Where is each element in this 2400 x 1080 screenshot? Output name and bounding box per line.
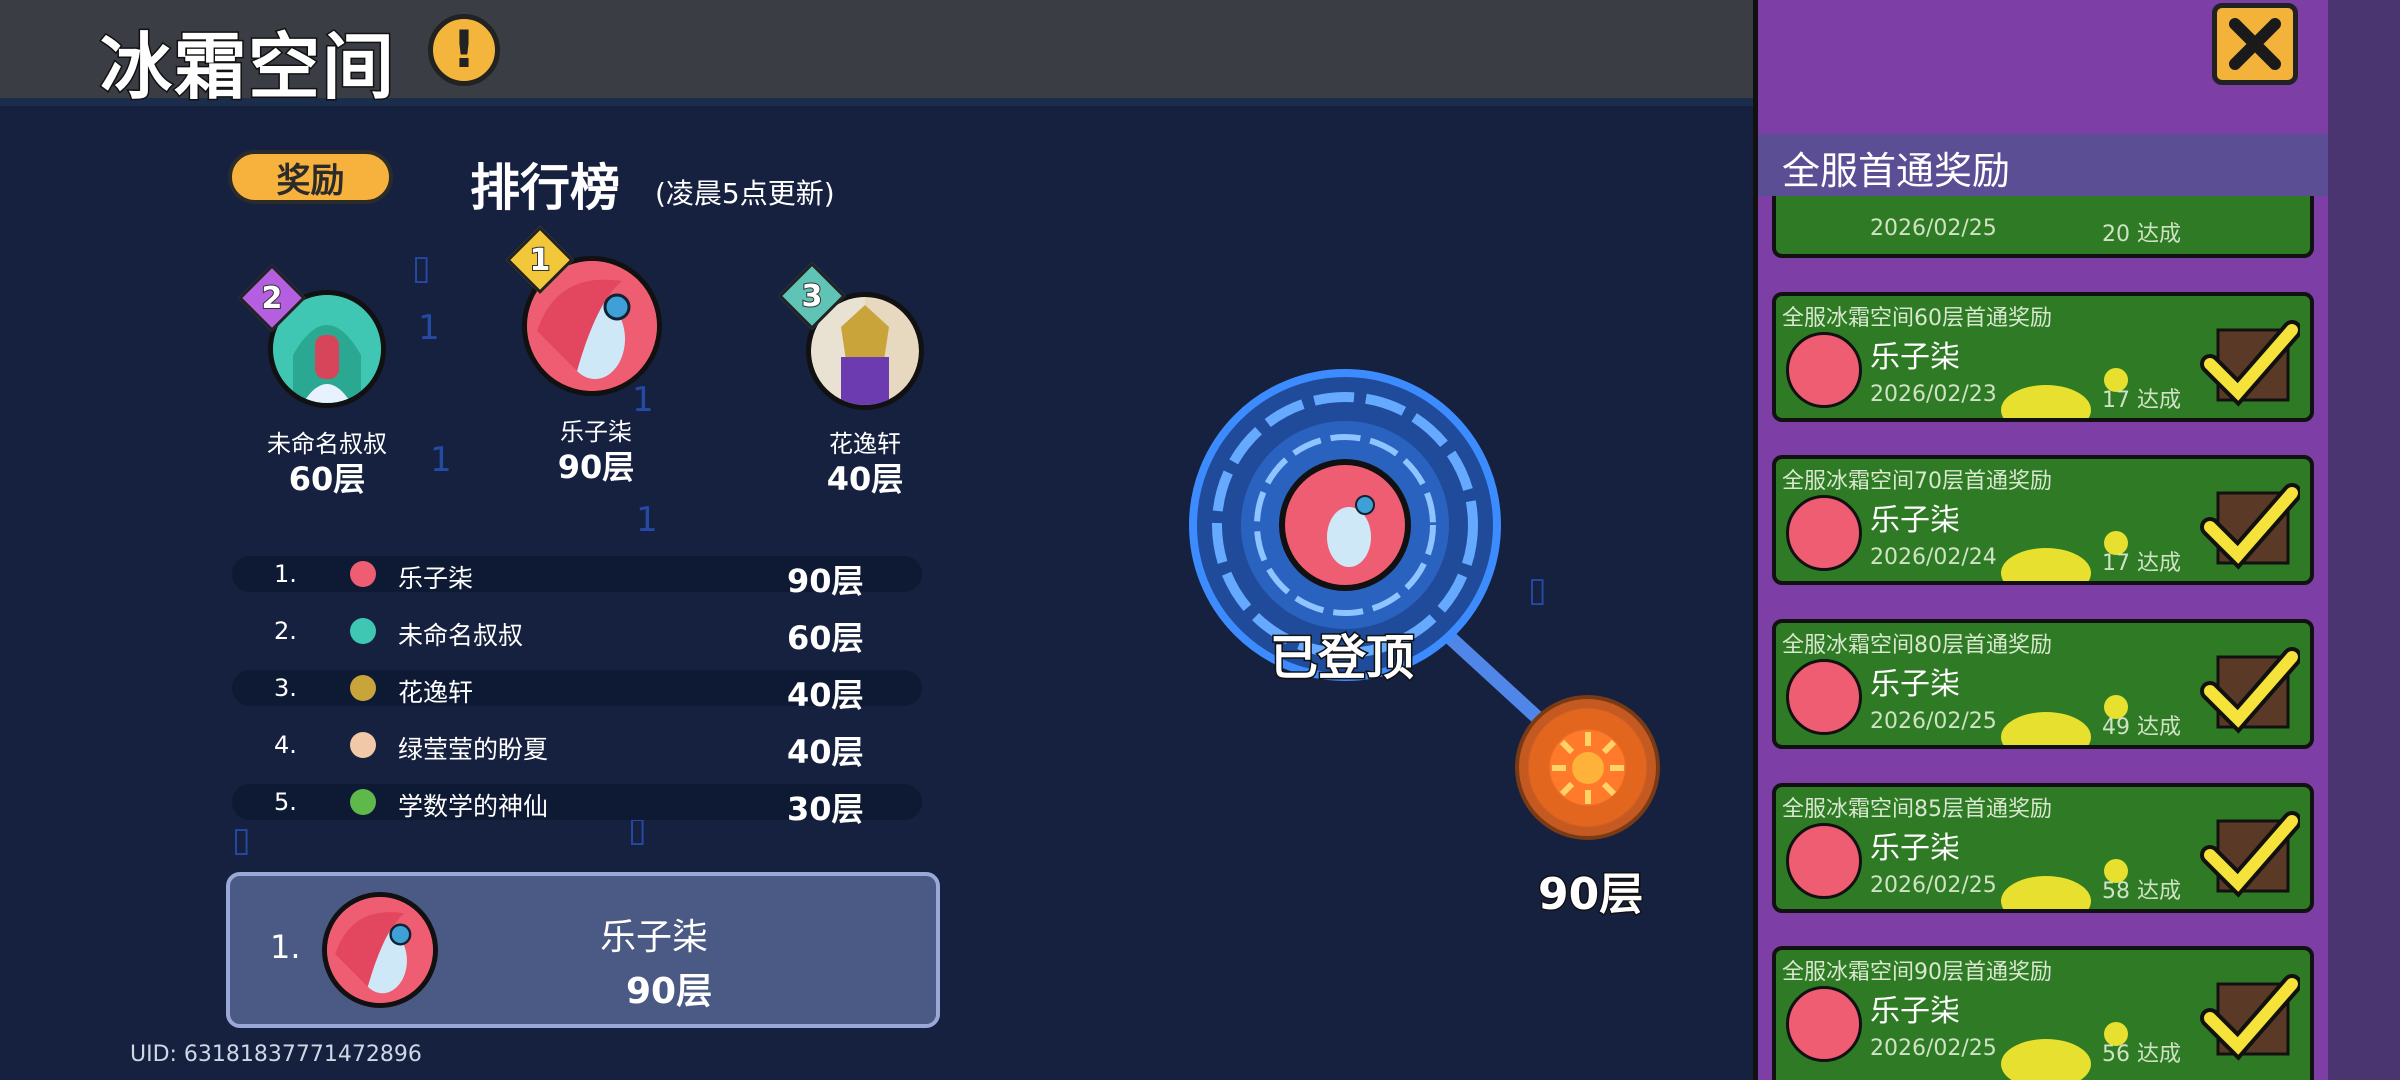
my-name: 乐子柒 bbox=[600, 917, 709, 958]
podium-score-1: 90层 bbox=[557, 448, 635, 486]
player-avatar-icon bbox=[1786, 332, 1862, 408]
reward-title: 全服冰霜空间90层首通奖励 bbox=[1782, 960, 2052, 985]
reward-date: 2026/02/25 bbox=[1870, 873, 1997, 898]
rank-row[interactable]: 3. 花逸轩 40层 bbox=[232, 670, 922, 714]
uid-label: UID: 631818377714​72896 bbox=[130, 1042, 422, 1067]
reward-card[interactable]: 全服冰霜空间90层首通奖励 乐子柒 2026/02/25 56 达成 bbox=[1772, 946, 2314, 1080]
reward-card-partial[interactable]: 2026/02/25 20 达成 bbox=[1772, 196, 2314, 258]
rank-row[interactable]: 4. 绿莹莹的盼夏 40层 bbox=[232, 727, 922, 771]
glyph-decoration: 1 bbox=[418, 308, 440, 348]
player-score: 40层 bbox=[787, 676, 864, 714]
reward-date: 2026/02/23 bbox=[1870, 382, 1997, 407]
reward-date: 2026/02/25 bbox=[1870, 1036, 1997, 1061]
summit-label: 已登顶 bbox=[1268, 629, 1415, 688]
reward-suffix: 56 达成 bbox=[2102, 1042, 2181, 1067]
info-button[interactable]: ! bbox=[428, 14, 500, 86]
reward-date: 2026/02/25 bbox=[1870, 709, 1997, 734]
reward-suffix: 49 达成 bbox=[2102, 715, 2181, 740]
reward-title: 全服冰霜空间70层首通奖励 bbox=[1782, 469, 2052, 494]
player-score: 30层 bbox=[787, 790, 864, 828]
glyph-decoration: 1 bbox=[636, 500, 658, 540]
close-button[interactable] bbox=[2212, 3, 2298, 85]
exclamation-icon: ! bbox=[452, 20, 476, 80]
node-floor-label: 90层 bbox=[1536, 868, 1644, 922]
player-score: 60层 bbox=[787, 619, 864, 657]
reward-suffix: 17 达成 bbox=[2102, 388, 2181, 413]
sun-icon bbox=[1551, 731, 1624, 804]
rank-number: 5. bbox=[274, 788, 297, 816]
panel-edge bbox=[2328, 0, 2400, 1080]
my-avatar bbox=[322, 892, 438, 1008]
reward-suffix: 58 达成 bbox=[2102, 879, 2181, 904]
player-avatar-icon bbox=[1786, 659, 1862, 735]
player-avatar-icon bbox=[350, 675, 376, 701]
reward-card[interactable]: 全服冰霜空间80层首通奖励 乐子柒 2026/02/25 49 达成 bbox=[1772, 619, 2314, 749]
leaderboard-subtitle: (凌晨5点更新) bbox=[655, 177, 835, 210]
leaderboard-title: 排行榜 bbox=[470, 159, 620, 217]
player-avatar-icon bbox=[1786, 495, 1862, 571]
podium-score-3: 40层 bbox=[826, 460, 904, 498]
rank-number: 3. bbox=[274, 674, 297, 702]
reward-suffix: 20 达成 bbox=[2102, 222, 2181, 247]
player-avatar-icon bbox=[350, 618, 376, 644]
player-avatar-icon bbox=[1786, 823, 1862, 899]
player-avatar-icon bbox=[1786, 986, 1862, 1062]
player-avatar-icon bbox=[350, 789, 376, 815]
player-name: 花逸轩 bbox=[398, 678, 474, 707]
glyph-decoration: ▯ bbox=[412, 248, 431, 288]
rank-row[interactable]: 5. 学数学的神仙 30层 bbox=[232, 784, 922, 828]
player-name: 乐子柒 bbox=[398, 564, 474, 593]
reward-card[interactable]: 全服冰霜空间85层首通奖励 乐子柒 2026/02/25 58 达成 bbox=[1772, 783, 2314, 913]
reward-button[interactable]: 奖励 bbox=[228, 150, 393, 204]
player-name: 未命名叔叔 bbox=[398, 621, 524, 650]
check-icon bbox=[2200, 483, 2300, 570]
rank-number: 1. bbox=[274, 560, 297, 588]
reward-suffix: 17 达成 bbox=[2102, 551, 2181, 576]
my-rank-number: 1. bbox=[270, 928, 301, 966]
player-score: 40层 bbox=[787, 733, 864, 771]
glyph-decoration: ▯ bbox=[232, 820, 251, 860]
reward-date: 2026/02/25 bbox=[1870, 216, 1997, 241]
player-name: 绿莹莹的盼夏 bbox=[398, 735, 549, 764]
rank-number: 4. bbox=[274, 731, 297, 759]
reward-card[interactable]: 全服冰霜空间70层首通奖励 乐子柒 2026/02/24 17 达成 bbox=[1772, 455, 2314, 585]
page-title: 冰霜空间 bbox=[98, 24, 397, 111]
close-icon bbox=[2229, 18, 2281, 70]
check-icon bbox=[2200, 320, 2300, 407]
reward-card[interactable]: 全服冰霜空间60层首通奖励 乐子柒 2026/02/23 17 达成 bbox=[1772, 292, 2314, 422]
my-score: 90层 bbox=[626, 971, 713, 1012]
player-name: 学数学的神仙 bbox=[398, 792, 549, 821]
panel-title: 全服首通奖励 bbox=[1782, 149, 2011, 193]
player-score: 90层 bbox=[787, 562, 864, 600]
floor-node[interactable] bbox=[1515, 695, 1660, 840]
reward-date: 2026/02/24 bbox=[1870, 545, 1997, 570]
check-icon bbox=[2200, 647, 2300, 734]
check-icon bbox=[2200, 974, 2300, 1061]
my-rank-card[interactable]: 1. 乐子柒 90层 bbox=[226, 872, 940, 1028]
podium-score-2: 60层 bbox=[288, 460, 366, 498]
player-avatar-icon bbox=[350, 732, 376, 758]
rank-row[interactable]: 1. 乐子柒 90层 bbox=[232, 556, 922, 600]
reward-title: 全服冰霜空间60层首通奖励 bbox=[1782, 306, 2052, 331]
reward-title: 全服冰霜空间85层首通奖励 bbox=[1782, 797, 2052, 822]
player-avatar-icon bbox=[350, 561, 376, 587]
avatar-icon bbox=[327, 897, 433, 1003]
check-icon bbox=[2200, 811, 2300, 898]
reward-title: 全服冰霜空间80层首通奖励 bbox=[1782, 633, 2052, 658]
rank-row[interactable]: 2. 未命名叔叔 60层 bbox=[232, 613, 922, 657]
rank-number: 2. bbox=[274, 617, 297, 645]
